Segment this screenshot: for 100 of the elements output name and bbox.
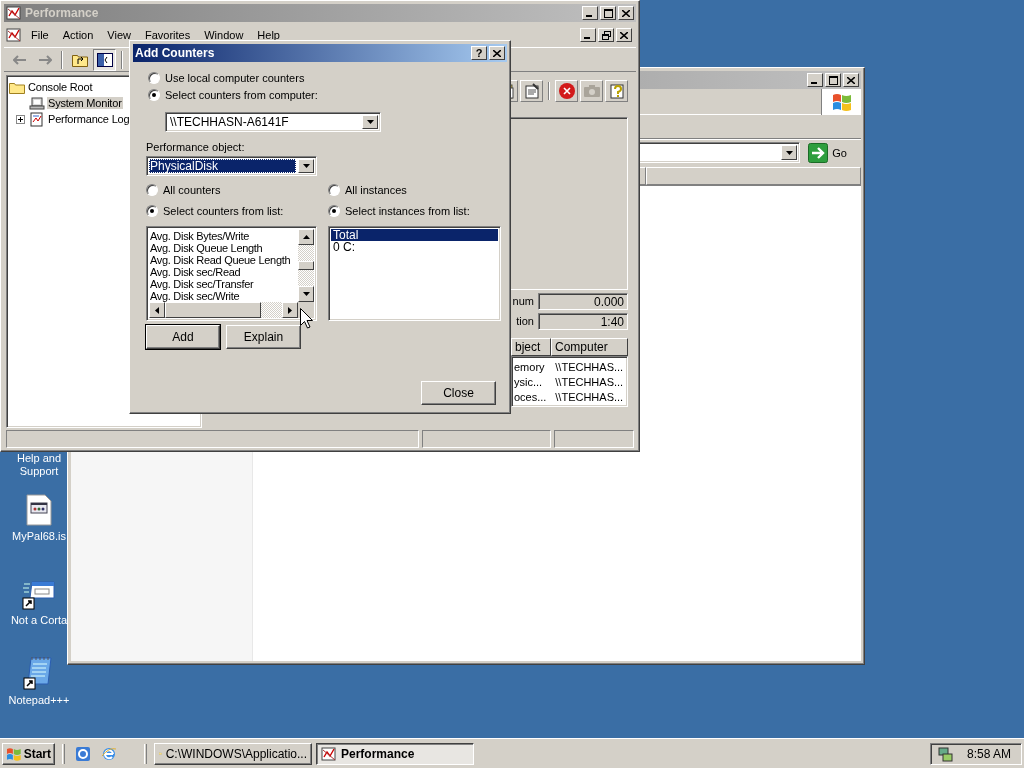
instance-list[interactable]: Total 0 C: — [328, 226, 501, 321]
list-item[interactable]: Avg. Disk Bytes/Write — [150, 230, 297, 242]
close-icon — [847, 76, 855, 84]
list-item[interactable]: Avg. Disk sec/Read — [150, 266, 297, 278]
flag-icon — [830, 92, 853, 112]
dropdown-button[interactable] — [362, 115, 378, 129]
go-button[interactable]: Go — [806, 142, 857, 163]
list-item[interactable]: Total — [331, 229, 498, 241]
scroll-up-button[interactable] — [298, 229, 314, 245]
performance-app-icon — [6, 5, 22, 21]
radio-label[interactable]: All instances — [345, 183, 407, 196]
properties-icon — [523, 83, 540, 99]
table-cell-text: \\TECHHAS... — [554, 360, 625, 373]
close-button[interactable] — [616, 28, 632, 42]
caret-icon — [366, 120, 374, 124]
scroll-left-button[interactable] — [149, 302, 165, 318]
panes-icon — [96, 52, 113, 67]
table-cell-text: \\TECHHAS... — [554, 390, 625, 403]
menu-item[interactable]: Favorites — [139, 29, 196, 41]
dropdown-button[interactable] — [298, 159, 314, 173]
delete-button[interactable] — [555, 80, 578, 102]
table-cell-text: ysic... — [513, 375, 544, 388]
tree-item[interactable]: Performance Log — [47, 113, 131, 125]
menu-item[interactable]: Action — [57, 29, 99, 41]
help-button[interactable]: ? — [471, 46, 487, 60]
table-cell-text: emory — [513, 360, 546, 373]
counter-list[interactable]: Avg. Disk Bytes/Write Avg. Disk Queue Length Avg. Disk Read Queue Length Avg. Disk sec/Read Avg. Disk sec/Transfer Avg. Disk sec/Write — [146, 226, 317, 321]
notepad-shortcut-icon — [23, 656, 55, 690]
close-button[interactable] — [489, 46, 505, 60]
taskbar-button[interactable]: Performance — [316, 742, 474, 765]
radio-button[interactable] — [146, 204, 158, 217]
scrollbar-thumb[interactable] — [298, 261, 314, 270]
horizontal-scrollbar[interactable] — [149, 302, 298, 318]
column-header[interactable]: Computer — [551, 338, 628, 356]
add-button[interactable]: Add — [146, 325, 220, 349]
scrollbar-thumb[interactable] — [165, 302, 261, 318]
tree-toggle-button[interactable] — [93, 48, 116, 71]
restore-button[interactable] — [598, 28, 614, 42]
list-item[interactable]: Avg. Disk sec/Write — [150, 290, 297, 302]
left-arrow-icon — [155, 306, 159, 314]
list-item[interactable]: Avg. Disk Queue Length — [150, 242, 297, 254]
console-icon — [75, 745, 91, 762]
radio-button[interactable] — [328, 183, 340, 196]
help-icon — [608, 83, 625, 99]
menu-item[interactable]: Window — [199, 29, 249, 41]
camera-icon — [582, 84, 601, 98]
forward-arrow-icon — [37, 54, 52, 65]
tree-item[interactable]: System Monitor — [47, 97, 123, 109]
desktop-icon-label[interactable]: MyPal68.is — [12, 530, 66, 543]
desktop-icon-label[interactable]: Not a Corta — [10, 614, 68, 627]
stat-value: 0.000 — [538, 292, 628, 310]
taskbar-button[interactable]: C:\WINDOWS\Applicatio... — [154, 742, 312, 765]
list-item[interactable]: 0 C: — [331, 241, 498, 253]
expand-toggle[interactable] — [16, 114, 25, 124]
desktop-icon-label[interactable]: Help and Support — [7, 452, 71, 478]
tree-item[interactable]: Console Root — [27, 81, 94, 93]
menu-item[interactable]: Help — [252, 29, 285, 41]
vertical-scrollbar[interactable] — [298, 229, 314, 302]
browser-e-icon — [101, 745, 117, 762]
start-button[interactable]: Start — [2, 742, 55, 765]
cursor-icon — [300, 308, 313, 329]
delete-icon — [557, 82, 576, 100]
stat-label: num — [512, 295, 534, 307]
scroll-right-button[interactable] — [282, 302, 298, 318]
restore-icon — [601, 30, 611, 40]
flag-icon — [6, 746, 22, 761]
help-button[interactable] — [605, 80, 628, 102]
close-icon — [493, 49, 501, 57]
desktop-icon-label[interactable]: Notepad+++ — [8, 694, 70, 707]
radio-label[interactable]: Select counters from computer: — [165, 88, 318, 101]
maximize-icon — [603, 8, 613, 18]
scroll-down-button[interactable] — [298, 286, 314, 302]
radio-button[interactable] — [148, 88, 160, 101]
minimize-button[interactable] — [580, 28, 596, 42]
close-icon — [622, 9, 630, 17]
object-dropdown[interactable]: PhysicalDisk — [146, 156, 317, 176]
right-arrow-icon — [288, 306, 292, 314]
menu-item[interactable]: File — [26, 29, 54, 41]
freeze-button[interactable] — [580, 80, 603, 102]
document-icon — [26, 494, 52, 526]
field-label: Performance object: — [146, 141, 246, 153]
dropdown-button[interactable] — [781, 145, 798, 160]
column-header[interactable]: bject — [511, 338, 551, 356]
radio-label[interactable]: Select counters from list: — [163, 204, 284, 217]
radio-label[interactable]: Select instances from list: — [345, 204, 470, 217]
explain-button[interactable]: Explain — [226, 325, 301, 349]
table-cell-text: oces... — [513, 390, 548, 403]
computer-dropdown[interactable]: \\TECHHASN-A6141F — [165, 112, 381, 132]
radio-label[interactable]: All counters — [163, 183, 221, 196]
dialog-title: Add Counters — [135, 46, 216, 60]
properties-button[interactable] — [520, 80, 543, 102]
list-item[interactable]: Avg. Disk Read Queue Length — [150, 254, 297, 266]
table-cell-text: \\TECHHAS... — [554, 375, 625, 388]
up-arrow-icon — [302, 235, 310, 239]
monitor-icon — [29, 96, 45, 110]
menu-item[interactable]: View — [102, 29, 136, 41]
logs-icon — [29, 111, 45, 127]
close-button[interactable]: Close — [421, 381, 496, 405]
radio-label[interactable]: Use local computer counters — [165, 71, 305, 84]
list-item[interactable]: Avg. Disk sec/Transfer — [150, 278, 297, 290]
